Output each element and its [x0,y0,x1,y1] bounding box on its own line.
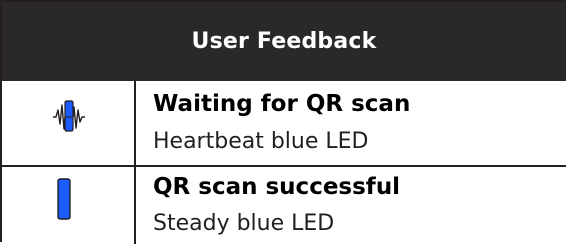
icon-cell [2,81,136,165]
table-row: Waiting for QR scan Heartbeat blue LED [2,81,566,167]
table-header: User Feedback [2,2,566,81]
heartbeat-led-icon [53,100,85,132]
table-title: User Feedback [191,29,377,54]
icon-cell [2,167,136,244]
led-description: Steady blue LED [153,211,335,236]
steady-led-icon [57,178,71,220]
user-feedback-table: User Feedback Waiting for QR scan Heartb… [0,0,566,244]
status-label: Waiting for QR scan [153,91,411,117]
text-cell: Waiting for QR scan Heartbeat blue LED [143,81,562,165]
text-cell: QR scan successful Steady blue LED [143,167,562,244]
led-description: Heartbeat blue LED [153,129,369,154]
status-label: QR scan successful [153,174,401,200]
table-row: QR scan successful Steady blue LED [2,167,566,244]
